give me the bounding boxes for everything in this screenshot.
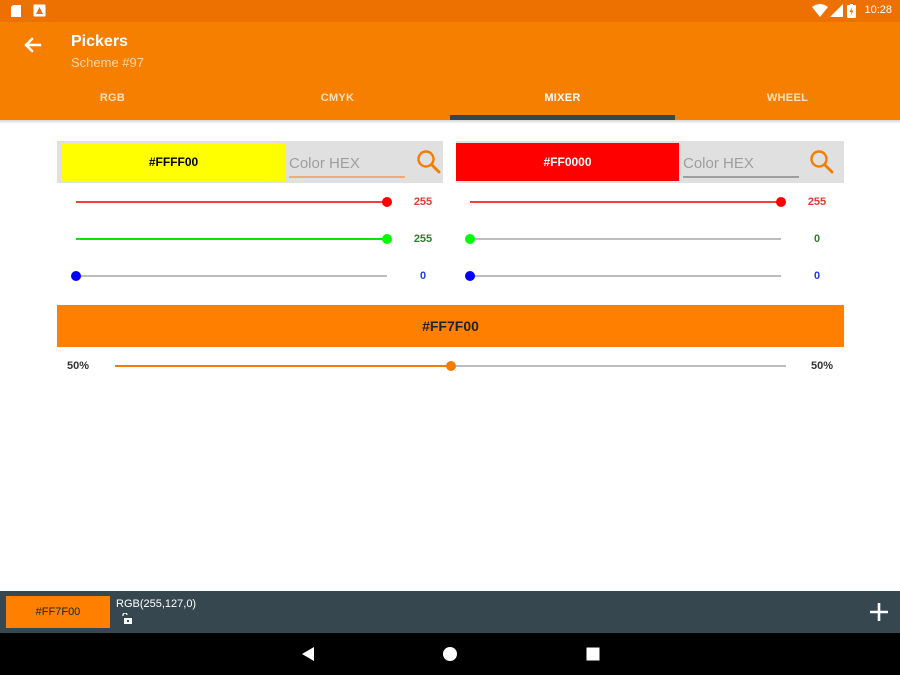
color2-input-underline [683,176,799,178]
tab-label: MIXER [544,92,581,104]
app-bar-shadow [0,120,900,124]
color2-hex-label: #FF0000 [543,155,592,169]
page-subtitle: Scheme #97 [71,55,144,70]
mix-result-swatch[interactable]: #FF7F00 [57,305,844,347]
triangle-back-icon[interactable] [300,646,316,662]
slider-fill [76,238,387,240]
mix-result-hex: #FF7F00 [422,318,479,334]
lock-open-icon [122,612,132,624]
slider-thumb[interactable] [446,361,456,371]
color1-green-value: 255 [413,233,433,245]
sd-card-icon [11,5,21,17]
slider-thumb[interactable] [776,197,786,207]
search-icon [810,150,834,174]
slider-fill [76,201,387,203]
tab-rgb[interactable]: RGB [0,92,225,104]
slider-thumb[interactable] [382,197,392,207]
notification-a-icon [33,4,46,17]
slider-track [470,275,781,277]
lock-icon[interactable] [121,612,133,624]
current-color-rgb: RGB(255,127,0) [116,598,197,610]
slider-track [470,238,781,240]
back-button[interactable] [18,30,48,60]
arrow-left-icon [24,37,42,53]
color2-hex-input[interactable] [683,151,799,175]
slider-fill [470,201,781,203]
battery-icon [847,4,856,18]
slider-thumb[interactable] [465,234,475,244]
color1-swatch[interactable]: #FFFF00 [62,143,285,181]
color2-search-button[interactable] [808,148,836,176]
system-nav-bar [0,633,900,675]
color1-hex-label: #FFFF00 [148,155,199,169]
status-time: 10:28 [864,4,892,16]
color1-hex-input[interactable] [289,151,405,175]
color2-red-value: 255 [807,196,827,208]
slider-thumb[interactable] [71,271,81,281]
slider-thumb[interactable] [382,234,392,244]
current-color-hex: #FF7F00 [35,606,81,618]
add-button[interactable] [866,599,892,625]
circle-home-icon[interactable] [442,646,458,662]
slider-thumb[interactable] [465,271,475,281]
color1-input-underline [289,176,405,178]
color2-green-value: 0 [813,233,821,245]
tab-label: CMYK [320,92,355,104]
slider-fill [115,365,451,367]
color1-blue-value: 0 [419,270,427,282]
slider-track [76,275,387,277]
signal-icon [830,4,843,17]
color1-search-button[interactable] [415,148,443,176]
page-title: Pickers [71,33,128,50]
tab-cmyk[interactable]: CMYK [225,92,450,104]
current-color-swatch[interactable]: #FF7F00 [6,596,110,628]
color2-blue-value: 0 [813,270,821,282]
color2-swatch[interactable]: #FF0000 [456,143,679,181]
app-bar [0,22,900,120]
status-bar: 10:28 [0,0,900,22]
wifi-icon [812,4,828,17]
tab-wheel[interactable]: WHEEL [675,92,900,104]
color1-red-value: 255 [413,196,433,208]
ratio-right-label: 50% [811,360,834,372]
square-recents-icon[interactable] [585,646,601,662]
tab-label: RGB [99,92,126,104]
ratio-left-label: 50% [67,360,90,372]
search-icon [417,150,441,174]
tab-mixer[interactable]: MIXER [450,92,675,104]
plus-icon [870,603,888,621]
tab-label: WHEEL [766,92,809,104]
